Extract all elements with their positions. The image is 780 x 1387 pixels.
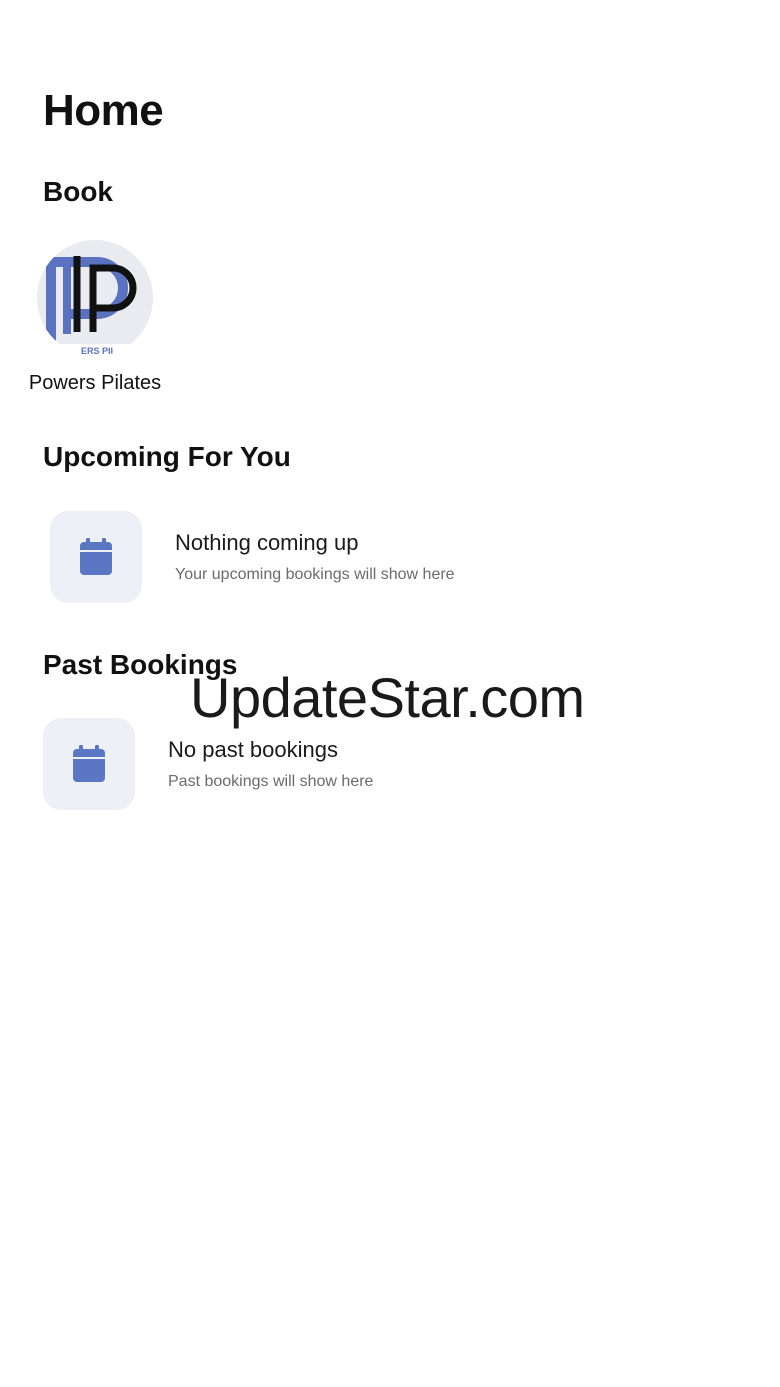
home-screen: Home Book ERS PIL Powers Pilates Upcomin…	[0, 0, 780, 1387]
past-empty-state: No past bookings Past bookings will show…	[43, 718, 373, 810]
upcoming-empty-title: Nothing coming up	[175, 530, 359, 555]
page-title: Home	[43, 86, 164, 135]
book-section-title: Book	[43, 176, 113, 207]
studio-name: Powers Pilates	[28, 372, 162, 394]
past-empty-title: No past bookings	[168, 737, 338, 762]
past-section-title: Past Bookings	[43, 649, 238, 680]
past-empty-subtitle: Past bookings will show here	[168, 773, 374, 790]
powers-pilates-logo: ERS PIL	[37, 240, 153, 356]
calendar-icon	[73, 745, 105, 782]
upcoming-section-title: Upcoming For You	[43, 441, 291, 472]
studio-powers-pilates[interactable]: ERS PIL Powers Pilates	[22, 240, 168, 395]
upcoming-empty-subtitle: Your upcoming bookings will show here	[175, 566, 455, 583]
past-icon-tile	[43, 718, 135, 810]
logo-text: ERS PIL	[81, 346, 117, 356]
calendar-icon	[80, 538, 112, 575]
upcoming-empty-state: Nothing coming up Your upcoming bookings…	[50, 511, 455, 603]
upcoming-icon-tile	[50, 511, 142, 603]
